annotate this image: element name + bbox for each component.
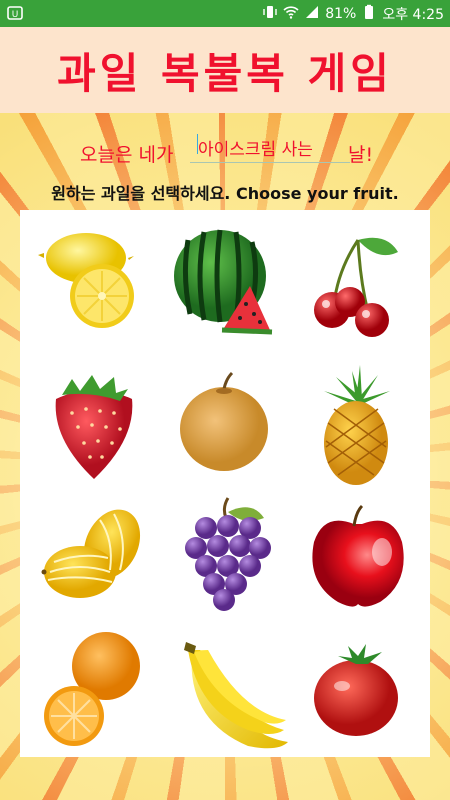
vibrate-icon xyxy=(262,4,278,24)
fruit-strawberry[interactable] xyxy=(28,353,164,489)
prompt-row: 오늘은 네가 날! xyxy=(0,130,450,170)
app-notification-icon: U xyxy=(7,5,23,25)
battery-percent: 81% xyxy=(325,6,357,22)
grape-icon xyxy=(185,497,271,611)
status-bar: U 81% 오후 4:25 xyxy=(0,0,450,27)
title-bar: 과일 복불복 게임 xyxy=(0,27,450,113)
text-caret xyxy=(197,134,198,154)
fruit-apple[interactable] xyxy=(288,488,424,624)
prompt-suffix: 날! xyxy=(348,144,374,166)
fruit-pineapple[interactable] xyxy=(288,353,424,489)
fruit-grape[interactable] xyxy=(158,488,294,624)
battery-icon xyxy=(361,4,377,24)
fruit-tomato[interactable] xyxy=(288,622,424,758)
pineapple-icon xyxy=(324,365,390,485)
signal-icon xyxy=(304,4,320,24)
fruit-banana[interactable] xyxy=(158,622,294,758)
apple-icon xyxy=(312,504,404,607)
prompt-prefix: 오늘은 네가 xyxy=(80,144,174,166)
fruit-orange[interactable] xyxy=(28,622,164,758)
melon-icon xyxy=(41,509,141,598)
orange-icon xyxy=(44,632,140,746)
clock: 오후 4:25 xyxy=(382,7,444,23)
lemon-icon xyxy=(38,233,134,328)
fruit-watermelon[interactable] xyxy=(158,218,294,354)
fruit-lemon[interactable] xyxy=(28,218,164,354)
banana-icon xyxy=(184,642,288,749)
strawberry-icon xyxy=(55,375,133,479)
page-title: 과일 복불복 게임 xyxy=(57,48,393,98)
cherry-icon xyxy=(314,237,398,337)
fruit-grid xyxy=(20,210,430,757)
fruit-cherry[interactable] xyxy=(288,218,424,354)
fruit-pear[interactable] xyxy=(158,353,294,489)
wifi-icon xyxy=(283,4,299,24)
fruit-melon[interactable] xyxy=(28,488,164,624)
tomato-icon xyxy=(314,644,398,736)
penalty-input[interactable] xyxy=(190,132,350,163)
pear-icon xyxy=(180,371,268,471)
instruction-text: 원하는 과일을 선택하세요. Choose your fruit. xyxy=(51,184,399,203)
svg-text:U: U xyxy=(12,10,19,20)
watermelon-icon xyxy=(174,229,273,335)
